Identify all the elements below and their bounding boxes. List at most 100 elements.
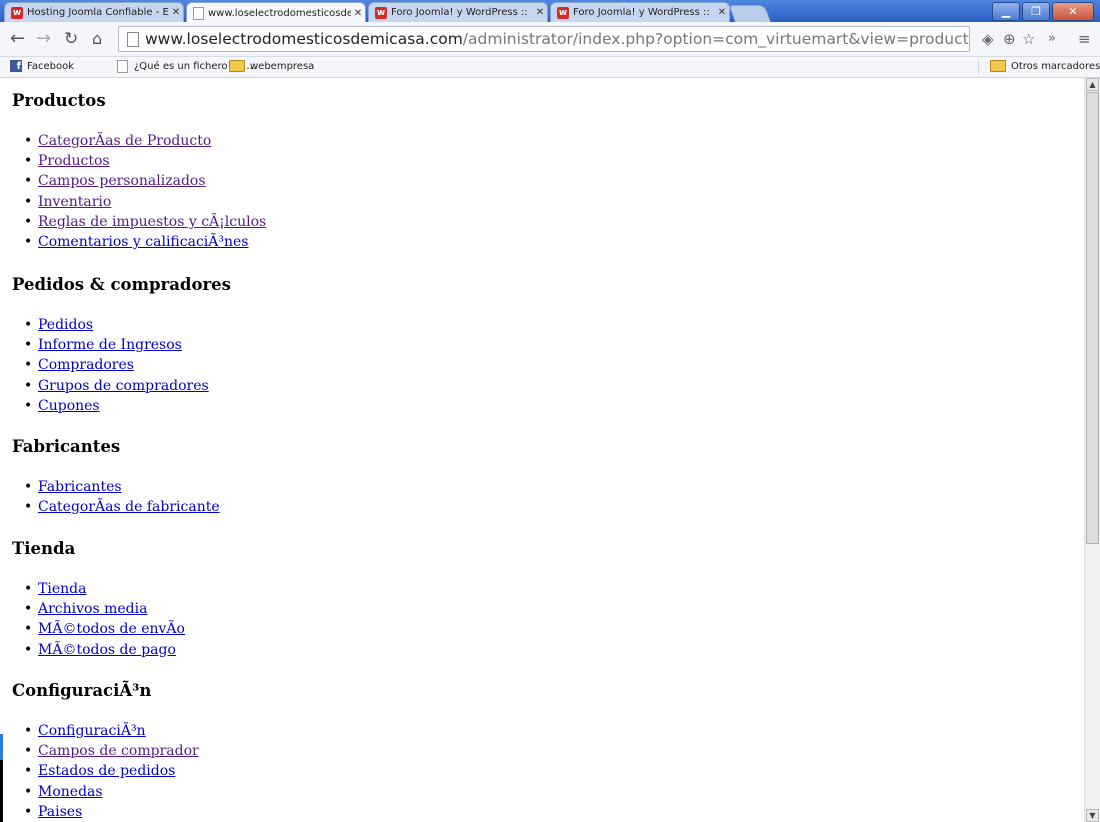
list-item: CategorÃas de fabricante [24,497,220,517]
forward-arrow-icon[interactable]: → [36,29,51,49]
list-item: Comentarios y calificaciÃ³nes [24,232,266,252]
tab-close-icon[interactable]: ✕ [169,7,183,18]
menu-section: Tienda Tienda Archivos media MÃ©todos de en… [12,539,185,660]
minimize-icon[interactable]: ▁ [992,2,1020,21]
bookmarks-divider [978,60,979,74]
menu-link[interactable]: CategorÃas de Producto [38,133,211,149]
scroll-up-icon[interactable]: ▲ [1086,78,1099,91]
scroll-down-icon[interactable]: ▼ [1086,809,1099,822]
tab-title: Foro Joomla! y WordPress :: [573,7,710,18]
menu-section: Pedidos & compradores Pedidos Informe de I… [12,275,231,416]
tab-close-icon[interactable]: ✕ [351,8,365,19]
scrollbar-thumb[interactable] [1086,92,1099,544]
list-item: Grupos de compradores [24,376,231,396]
list-item: CategorÃas de Producto [24,131,266,151]
menu-link[interactable]: Reglas de impuestos y cÃ¡lculos [38,214,266,230]
page-icon [117,60,128,73]
menu-link[interactable]: Compradores [38,357,134,373]
menu-link[interactable]: Fabricantes [38,479,122,495]
section-heading: Fabricantes [12,437,121,456]
menu-link[interactable]: Tienda [38,581,86,597]
bookmark-label: Otros marcadores [1011,60,1100,72]
bookmark-facebook[interactable]: f Facebook [10,60,74,72]
tab-title: Hosting Joomla Confiable - E [27,7,169,18]
menu-link[interactable]: Estados de pedidos [38,763,175,779]
new-tab-button[interactable] [728,5,772,23]
webempresa-icon: w [11,6,23,19]
folder-icon [990,60,1006,72]
tab-0[interactable]: w Hosting Joomla Confiable - E ✕ [4,2,184,22]
menu-link[interactable]: Campos personalizados [38,173,206,189]
section-heading: Tienda [12,539,76,558]
menu-link[interactable]: ConfiguraciÃ³n [38,723,146,739]
section-link-list: Tienda Archivos media MÃ©todos de envÃo MÃ©… [12,579,185,660]
menu-link[interactable]: Inventario [38,194,111,210]
menu-icon[interactable]: ≡ [1078,29,1091,49]
zoom-icon[interactable]: ⊕ [1003,29,1016,49]
page-icon [127,32,139,47]
address-bar[interactable]: www.loselectrodomesticosdemicasa.com/adm… [118,26,970,52]
list-item: Reglas de impuestos y cÃ¡lculos [24,212,266,232]
left-edge-marker [0,734,3,760]
menu-link[interactable]: CategorÃas de fabricante [38,499,220,515]
close-window-icon[interactable]: ✕ [1052,2,1094,21]
menu-link[interactable]: Productos [38,153,110,169]
menu-link[interactable]: MÃ©todos de envÃo [38,621,185,637]
menu-link[interactable]: Cupones [38,398,100,414]
window-titlebar: w Hosting Joomla Confiable - E ✕ www.los… [0,0,1100,23]
list-item: Estados de pedidos [24,761,199,781]
section-link-list: CategorÃas de Producto Productos Campos pe… [12,131,266,252]
list-item: Informe de Ingresos [24,335,231,355]
home-icon[interactable]: ⌂ [92,29,102,49]
list-item: MÃ©todos de pago [24,640,185,660]
back-arrow-icon[interactable]: ← [10,29,25,49]
bookmark-webempresa[interactable]: webempresa [229,60,314,72]
tab-2[interactable]: w Foro Joomla! y WordPress :: ✕ [368,2,548,22]
tab-title: Foro Joomla! y WordPress :: [391,7,528,18]
tab-close-icon[interactable]: ✕ [533,7,547,18]
menu-link[interactable]: Campos de comprador [38,743,199,759]
menu-link[interactable]: Archivos media [38,601,147,617]
menu-link[interactable]: Pedidos [38,317,93,333]
url-text[interactable]: www.loselectrodomesticosdemicasa.com/adm… [145,30,969,48]
menu-section: ConfiguraciÃ³n ConfiguraciÃ³n Campos de co… [12,681,199,822]
bookmark-label: Facebook [27,60,74,72]
url-domain: www.loselectrodomesticosdemicasa.com [145,30,463,48]
bookmark-other[interactable]: Otros marcadores [990,60,1100,72]
section-link-list: Pedidos Informe de Ingresos Compradores Gru… [12,315,231,416]
menu-section: Fabricantes Fabricantes CategorÃas de fabr… [12,437,220,518]
list-item: Inventario [24,192,266,212]
facebook-icon: f [10,60,22,72]
section-link-list: Fabricantes CategorÃas de fabricante [12,477,220,518]
menu-link[interactable]: MÃ©todos de pago [38,642,176,658]
section-heading: Productos [12,91,106,110]
list-item: Archivos media [24,599,185,619]
star-icon[interactable]: ☆ [1022,29,1035,49]
list-item: Monedas [24,782,199,802]
url-path: /administrator/index.php?option=com_virt… [462,30,969,48]
list-item: Pedidos [24,315,231,335]
menu-link[interactable]: Monedas [38,784,103,800]
browser-toolbar: ← → ↻ ⌂ www.loselectrodomesticosdemicasa… [0,22,1100,57]
section-heading: Pedidos & compradores [12,275,231,294]
menu-link[interactable]: Comentarios y calificaciÃ³nes [38,234,248,250]
reload-icon[interactable]: ↻ [64,29,78,49]
extension-icon[interactable]: ◈ [982,29,994,49]
menu-link[interactable]: Grupos de compradores [38,378,209,394]
list-item: Cupones [24,396,231,416]
bookmarks-bar: f Facebook ¿Qué es un fichero de ... web… [0,57,1100,78]
page-icon [193,6,204,20]
menu-link[interactable]: Informe de Ingresos [38,337,182,353]
menu-link[interactable]: Paises [38,804,82,820]
tab-3[interactable]: w Foro Joomla! y WordPress :: ✕ [550,2,730,22]
restore-icon[interactable]: ❐ [1022,2,1050,21]
list-item: Productos [24,151,266,171]
tab-1[interactable]: www.loselectrodomesticosde ✕ [186,2,366,23]
vertical-scrollbar[interactable]: ▲ ▼ [1084,78,1100,822]
menu-section: Productos CategorÃas de Producto Productos… [12,91,266,252]
list-item: MÃ©todos de envÃo [24,619,185,639]
webempresa-icon: w [375,6,387,19]
list-item: Campos de comprador [24,741,199,761]
more-extensions-icon[interactable]: » [1048,29,1056,49]
tab-close-icon[interactable]: ✕ [715,7,729,18]
